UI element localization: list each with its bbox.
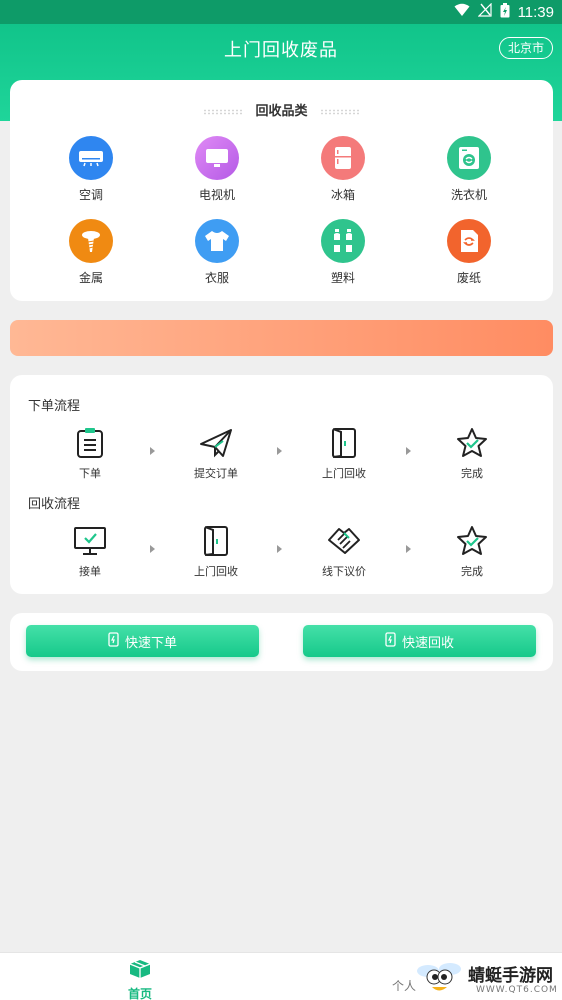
- arrow-right-icon: [277, 447, 282, 455]
- nav-home-label: 首页: [127, 987, 152, 1000]
- divider-dots-right: [319, 108, 360, 115]
- step-label: 完成: [461, 565, 483, 578]
- process-card: 下单流程 下单 提交订单 上门回收 完成 回收流程 接单 上门回收 线下议价 完…: [10, 375, 553, 594]
- category-air-conditioner[interactable]: 空调: [41, 136, 141, 203]
- signal-icon: [477, 2, 492, 21]
- recycle-process-title: 回收流程: [28, 497, 81, 512]
- category-label: 洗衣机: [450, 188, 487, 202]
- plastic-bottles-icon: [321, 219, 365, 263]
- category-label: 衣服: [204, 271, 229, 285]
- status-bar: 11:39: [0, 0, 562, 24]
- category-label: 金属: [78, 271, 103, 285]
- recycle-step-door-recycle: 上门回收: [171, 523, 261, 579]
- air-conditioner-icon: [69, 136, 113, 180]
- category-section-header: 回收品类: [10, 100, 553, 119]
- arrow-right-icon: [406, 545, 411, 553]
- category-waste-paper[interactable]: 废纸: [419, 219, 519, 286]
- recycle-step-accept-order: 接单: [45, 523, 135, 579]
- television-icon: [195, 136, 239, 180]
- divider-dots-left: [203, 108, 244, 115]
- door-icon: [299, 425, 389, 461]
- category-card: 回收品类 空调 电视机 冰箱 洗衣机 金属 衣服 塑料 废纸: [10, 80, 553, 301]
- battery-icon: [500, 2, 510, 22]
- step-label: 上门回收: [194, 565, 238, 578]
- door-icon: [171, 523, 261, 559]
- star-check-icon: [427, 523, 517, 559]
- quick-recycle-button[interactable]: 快速回收: [303, 625, 536, 657]
- arrow-right-icon: [277, 545, 282, 553]
- dragonfly-logo-icon: [414, 957, 464, 1000]
- order-step-submit-order: 提交订单: [171, 425, 261, 481]
- quick-order-button[interactable]: 快速下单: [26, 625, 259, 657]
- category-plastic[interactable]: 塑料: [293, 219, 393, 286]
- recycle-step-complete: 完成: [427, 523, 517, 579]
- order-step-door-recycle: 上门回收: [299, 425, 389, 481]
- step-label: 完成: [461, 467, 483, 480]
- clock: 11:39: [517, 3, 554, 21]
- category-washing-machine[interactable]: 洗衣机: [419, 136, 519, 203]
- category-label: 电视机: [198, 188, 235, 202]
- arrow-right-icon: [150, 545, 155, 553]
- wifi-icon: [454, 3, 470, 21]
- arrow-right-icon: [406, 447, 411, 455]
- category-label: 冰箱: [330, 188, 355, 202]
- category-metal[interactable]: 金属: [41, 219, 141, 286]
- clothes-icon: [195, 219, 239, 263]
- box-icon: [129, 960, 151, 983]
- quick-order-label: 快速下单: [124, 635, 177, 651]
- order-step-place-order: 下单: [45, 425, 135, 481]
- waste-paper-icon: [447, 219, 491, 263]
- clipboard-icon: [45, 425, 135, 461]
- category-label: 空调: [78, 188, 103, 202]
- quick-recycle-label: 快速回收: [401, 635, 454, 651]
- step-label: 接单: [79, 565, 101, 578]
- category-label: 塑料: [330, 271, 355, 285]
- nav-home-tab[interactable]: 首页: [114, 959, 166, 1000]
- step-label: 线下议价: [322, 565, 366, 578]
- recycle-step-offline-negotiation: 线下议价: [299, 523, 389, 579]
- handshake-icon: [299, 523, 389, 559]
- category-clothes[interactable]: 衣服: [167, 219, 267, 286]
- watermark-text: 蜻蜓手游网: [468, 966, 553, 986]
- refrigerator-icon: [321, 136, 365, 180]
- category-television[interactable]: 电视机: [167, 136, 267, 203]
- phone-icon: [108, 631, 119, 651]
- step-label: 提交订单: [194, 467, 238, 480]
- order-step-complete: 完成: [427, 425, 517, 481]
- star-check-icon: [427, 425, 517, 461]
- metal-icon: [69, 219, 113, 263]
- step-label: 下单: [79, 467, 101, 480]
- quick-actions-card: 快速下单 快速回收: [10, 613, 553, 671]
- paper-plane-icon: [171, 425, 261, 461]
- category-section-title: 回收品类: [255, 104, 308, 119]
- watermark-url: WWW.QT6.COM: [476, 985, 558, 995]
- phone-icon: [385, 631, 396, 651]
- category-refrigerator[interactable]: 冰箱: [293, 136, 393, 203]
- step-label: 上门回收: [322, 467, 366, 480]
- watermark: 蜻蜓手游网 WWW.QT6.COM: [410, 955, 562, 1000]
- page-title: 上门回收废品: [224, 40, 338, 61]
- category-label: 废纸: [456, 271, 481, 285]
- city-selector-button[interactable]: 北京市: [498, 37, 553, 59]
- washing-machine-icon: [447, 136, 491, 180]
- monitor-check-icon: [45, 523, 135, 559]
- promo-banner[interactable]: [10, 320, 553, 356]
- arrow-right-icon: [150, 447, 155, 455]
- order-process-title: 下单流程: [28, 399, 81, 414]
